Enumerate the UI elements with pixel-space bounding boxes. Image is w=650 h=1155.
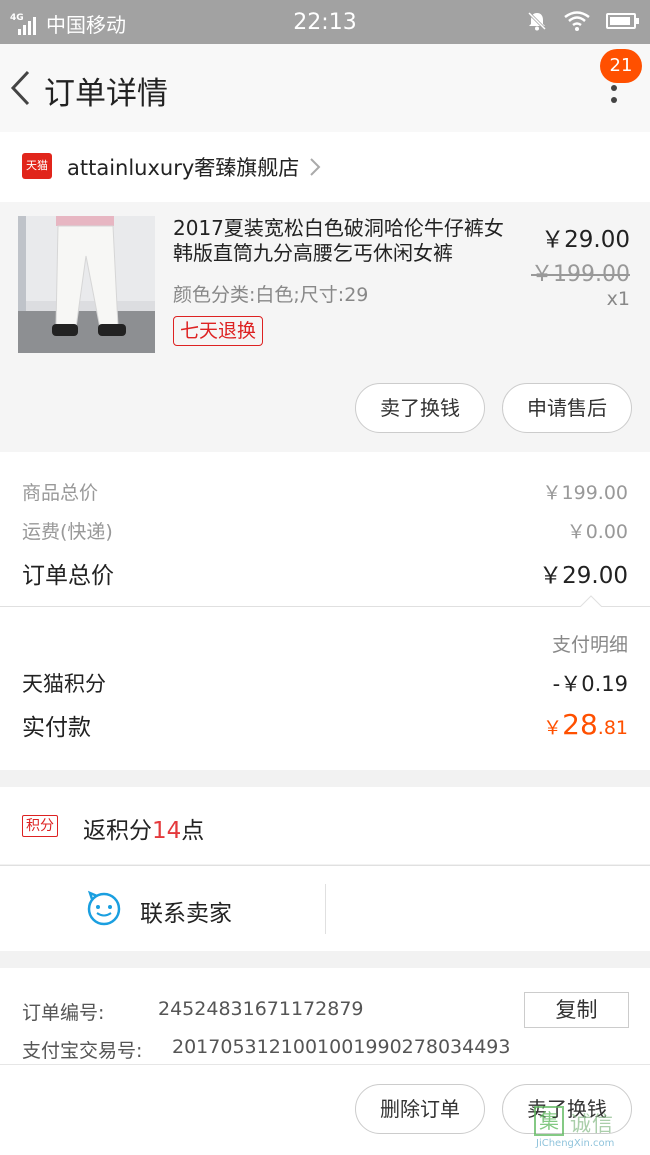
contact-section: 联系卖家 [0, 865, 650, 951]
nav-bar: 订单详情 21 [0, 44, 650, 132]
copy-button[interactable]: 复制 [524, 992, 629, 1028]
points-deduction-value: -￥0.19 [552, 672, 628, 696]
payment-detail-link[interactable]: 支付明细 [552, 630, 628, 657]
paid-label: 实付款 [22, 715, 91, 741]
order-total-value: ￥29.00 [539, 563, 628, 589]
resell-button[interactable]: 卖了换钱 [355, 383, 485, 433]
watermark-domain: JiChengXin.com [536, 1138, 615, 1149]
order-number-label: 订单编号: [22, 1002, 105, 1024]
points-reward: 积分 返积分14点 [0, 787, 650, 864]
paid-currency: ￥ [543, 717, 563, 739]
shipping-label: 运费(快递) [22, 521, 113, 543]
store-header[interactable]: 天猫 attainluxury奢臻旗舰店 [0, 132, 650, 202]
product-price: ￥29.00 [541, 227, 630, 253]
message-count-badge[interactable]: 21 [600, 49, 642, 83]
battery-icon [606, 13, 639, 29]
product-title[interactable]: 2017夏装宽松白色破洞哈伦牛仔裤女韩版直筒九分高腰乞丐休闲女裤 [173, 216, 513, 266]
paid-decimal: .81 [597, 717, 628, 739]
mute-icon [527, 11, 547, 31]
order-total-label: 订单总价 [22, 563, 114, 589]
order-number-value: 24524831671172879 [158, 998, 364, 1020]
watermark-logo: 集 诚信 JiChengXin.com [530, 1104, 646, 1150]
store-name[interactable]: attainluxury奢臻旗舰店 [67, 152, 299, 182]
divider [0, 606, 650, 607]
more-menu-icon[interactable] [608, 84, 620, 124]
points-text: 返积分14点 [83, 818, 205, 844]
price-summary: 商品总价 ￥199.00 运费(快递) ￥0.00 订单总价 ￥29.00 支付… [0, 452, 650, 770]
alipay-number-value: 2017053121001001990278034493 [172, 1036, 511, 1058]
alipay-number-label: 支付宝交易号: [22, 1040, 143, 1062]
product-original-price: ￥199.00 [531, 262, 630, 287]
return-policy-tag: 七天退换 [173, 316, 264, 346]
points-deduction-label: 天猫积分 [22, 672, 106, 696]
chat-smile-icon[interactable] [86, 890, 122, 926]
wifi-icon [564, 11, 590, 31]
product-quantity: x1 [606, 288, 630, 310]
subtotal-value: ￥199.00 [542, 482, 628, 504]
watermark-icon: 集 [534, 1106, 564, 1136]
paid-integer: 28 [562, 708, 598, 741]
subtotal-label: 商品总价 [22, 482, 99, 504]
caret-up-icon [580, 595, 602, 607]
watermark-text: 诚信 [570, 1112, 614, 1136]
status-bar: 4G 中国移动 22:13 [0, 0, 650, 44]
points-tag: 积分 [22, 815, 58, 837]
product-sku: 颜色分类:白色;尺寸:29 [173, 284, 369, 306]
back-arrow-icon[interactable] [8, 68, 38, 108]
divider [325, 884, 326, 934]
paid-amount: ￥28.81 [543, 708, 628, 741]
page-title: 订单详情 [44, 76, 168, 112]
product-item: 2017夏装宽松白色破洞哈伦牛仔裤女韩版直筒九分高腰乞丐休闲女裤 颜色分类:白色… [0, 202, 650, 452]
contact-seller-button[interactable]: 联系卖家 [140, 894, 232, 928]
order-info: 订单编号: 24524831671172879 复制 支付宝交易号: 20170… [0, 968, 650, 1064]
points-amount: 14 [152, 818, 182, 844]
after-sales-button[interactable]: 申请售后 [502, 383, 632, 433]
shipping-value: ￥0.00 [566, 521, 628, 543]
chevron-right-icon [310, 158, 321, 176]
product-image[interactable] [18, 216, 155, 353]
delete-order-button[interactable]: 删除订单 [355, 1084, 485, 1134]
tmall-logo-icon: 天猫 [22, 153, 52, 179]
